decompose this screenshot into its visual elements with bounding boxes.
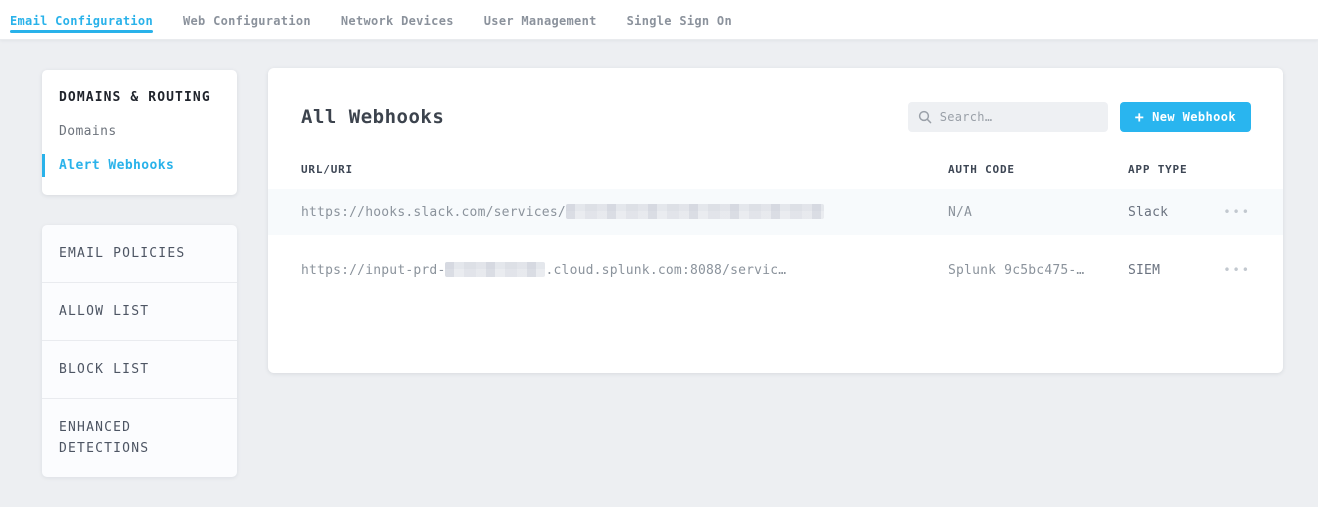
webhooks-header: All Webhooks New Webhook xyxy=(268,68,1283,132)
sidebar-item-enhanced-detections[interactable]: ENHANCED DETECTIONS xyxy=(42,399,237,477)
column-header-auth-code: AUTH CODE xyxy=(948,163,1128,176)
sidebar-item-alert-webhooks[interactable]: Alert Webhooks xyxy=(42,158,237,173)
table-body: https://hooks.slack.com/services/ N/A Sl… xyxy=(268,189,1283,293)
tab-user-management[interactable]: User Management xyxy=(484,0,597,39)
auth-code-cell: Splunk 9c5bc475-… xyxy=(948,263,1128,278)
sidebar-item-allow-list[interactable]: ALLOW LIST xyxy=(42,283,237,341)
table-header-row: URL/URI AUTH CODE APP TYPE xyxy=(268,163,1283,176)
sidebar-item-email-policies[interactable]: EMAIL POLICIES xyxy=(42,225,237,283)
top-nav: Email Configuration Web Configuration Ne… xyxy=(0,0,1318,40)
webhooks-table: URL/URI AUTH CODE APP TYPE https://hooks… xyxy=(268,163,1283,293)
webhook-url-text: https://input-prd- xyxy=(301,263,445,278)
app-type-cell: SIEM xyxy=(1128,263,1207,278)
tab-network-devices[interactable]: Network Devices xyxy=(341,0,454,39)
webhook-url-cell: https://input-prd- .cloud.splunk.com:8088… xyxy=(301,262,948,278)
redacted-url-segment xyxy=(445,262,545,277)
table-row[interactable]: https://input-prd- .cloud.splunk.com:8088… xyxy=(268,247,1283,293)
column-header-url: URL/URI xyxy=(301,163,948,176)
plus-icon xyxy=(1135,110,1144,125)
sidebar-item-domains[interactable]: Domains xyxy=(42,124,237,139)
search-box[interactable] xyxy=(908,102,1108,132)
webhook-url-text: https://hooks.slack.com/services/ xyxy=(301,205,566,220)
search-input[interactable] xyxy=(940,110,1098,124)
webhook-url-cell: https://hooks.slack.com/services/ xyxy=(301,204,948,220)
row-menu-icon[interactable] xyxy=(1223,205,1251,219)
webhooks-panel: All Webhooks New Webhook URL/URI AUTH CO… xyxy=(268,68,1283,373)
new-webhook-button[interactable]: New Webhook xyxy=(1120,102,1251,132)
domains-routing-heading: DOMAINS & ROUTING xyxy=(42,90,237,105)
tab-web-configuration[interactable]: Web Configuration xyxy=(183,0,311,39)
redacted-url-segment xyxy=(566,204,824,219)
sidebar-item-block-list[interactable]: BLOCK LIST xyxy=(42,341,237,399)
auth-code-cell: N/A xyxy=(948,205,1128,220)
tab-single-sign-on[interactable]: Single Sign On xyxy=(627,0,732,39)
sidebar-sections-card: EMAIL POLICIES ALLOW LIST BLOCK LIST ENH… xyxy=(42,225,237,477)
app-type-cell: Slack xyxy=(1128,205,1207,220)
new-webhook-button-label: New Webhook xyxy=(1152,110,1236,124)
table-row[interactable]: https://hooks.slack.com/services/ N/A Sl… xyxy=(268,189,1283,235)
tab-email-configuration[interactable]: Email Configuration xyxy=(10,0,153,39)
domains-routing-card: DOMAINS & ROUTING Domains Alert Webhooks xyxy=(42,70,237,195)
search-icon xyxy=(918,110,932,124)
row-menu-icon[interactable] xyxy=(1223,263,1251,277)
column-header-app-type: APP TYPE xyxy=(1128,163,1207,176)
webhook-url-suffix: .cloud.splunk.com:8088/servic… xyxy=(545,263,786,278)
page-title: All Webhooks xyxy=(301,106,908,128)
